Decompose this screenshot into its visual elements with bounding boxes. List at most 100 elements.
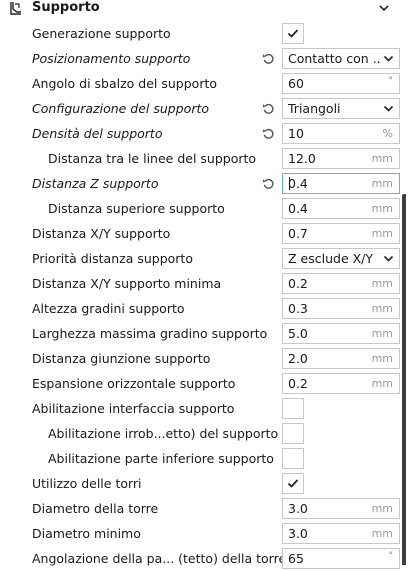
setting-row-espansione-orizzontale-supporto: Espansione orizzontale supporto 0.2 mm: [0, 371, 408, 396]
input-value: 0.2: [288, 276, 308, 291]
setting-label: Posizionamento supporto: [32, 51, 191, 66]
input-value: 12.0: [288, 151, 316, 166]
chevron-down-icon[interactable]: [378, 2, 390, 14]
setting-row-abilitazione-parte-inferiore-supporto: Abilitazione parte inferiore supporto: [0, 446, 408, 471]
unit-label: mm: [371, 227, 393, 240]
chevron-down-icon: [383, 255, 394, 262]
setting-row-diametro-minimo: Diametro minimo 3.0 mm: [0, 521, 408, 546]
setting-row-abilitazione-irrob-etto-del-supporto: Abilitazione irrob...etto) del supporto: [0, 421, 408, 446]
setting-input[interactable]: 3.0 mm: [282, 523, 400, 544]
setting-select[interactable]: Triangoli: [282, 98, 400, 119]
setting-label: Distanza X/Y supporto: [32, 226, 171, 241]
unit-label: °: [388, 551, 394, 561]
setting-label: Generazione supporto: [32, 26, 171, 41]
setting-label: Larghezza massima gradino supporto: [32, 326, 268, 341]
scrollbar[interactable]: [402, 194, 406, 565]
setting-row-distanza-x-y-supporto-minima: Distanza X/Y supporto minima 0.2 mm: [0, 271, 408, 296]
setting-checkbox[interactable]: [282, 473, 304, 494]
setting-label: Densità del supporto: [32, 126, 163, 141]
setting-row-distanza-z-supporto: Distanza Z supporto 0.4 mm: [0, 171, 408, 196]
chevron-down-icon: [383, 105, 394, 112]
setting-input[interactable]: 0.3 mm: [282, 298, 400, 319]
setting-input[interactable]: 0.4 mm: [282, 198, 400, 219]
setting-row-distanza-x-y-supporto: Distanza X/Y supporto 0.7 mm: [0, 221, 408, 246]
unit-label: mm: [371, 377, 393, 390]
input-value: 60: [288, 76, 304, 91]
reset-icon[interactable]: [262, 52, 275, 65]
setting-label: Distanza Z supporto: [32, 176, 159, 191]
input-value: 0.2: [288, 376, 308, 391]
select-value: Triangoli: [288, 101, 341, 116]
setting-checkbox[interactable]: [282, 423, 304, 444]
text-caret: [289, 177, 290, 190]
setting-input[interactable]: 2.0 mm: [282, 348, 400, 369]
setting-checkbox[interactable]: [282, 448, 304, 469]
setting-row-generazione-supporto: Generazione supporto: [0, 21, 408, 46]
setting-label: Distanza superiore supporto: [48, 201, 225, 216]
setting-label: Espansione orizzontale supporto: [32, 376, 236, 391]
setting-row-utilizzo-delle-torri: Utilizzo delle torri: [0, 471, 408, 496]
setting-select[interactable]: Z esclude X/Y: [282, 248, 400, 269]
unit-label: mm: [371, 352, 393, 365]
setting-select[interactable]: Contatto con ...: [282, 48, 400, 69]
setting-input[interactable]: 10%: [282, 123, 400, 144]
reset-icon[interactable]: [262, 102, 275, 115]
unit-label: mm: [371, 177, 393, 190]
checkmark-icon: [287, 479, 299, 488]
setting-row-altezza-gradini-supporto: Altezza gradini supporto 0.3 mm: [0, 296, 408, 321]
unit-label: mm: [371, 527, 393, 540]
input-value: 0.3: [288, 301, 308, 316]
setting-label: Diametro della torre: [32, 501, 159, 516]
setting-input[interactable]: 65 °: [282, 548, 400, 569]
setting-label: Diametro minimo: [32, 526, 141, 541]
setting-checkbox[interactable]: [282, 23, 304, 44]
setting-row-abilitazione-interfaccia-supporto: Abilitazione interfaccia supporto: [0, 396, 408, 421]
setting-row-posizionamento-supporto: Posizionamento supporto Contatto con ...: [0, 46, 408, 71]
setting-row-diametro-della-torre: Diametro della torre 3.0 mm: [0, 496, 408, 521]
setting-label: Abilitazione parte inferiore supporto: [48, 451, 274, 466]
setting-row-distanza-tra-le-linee-del-supporto: Distanza tra le linee del supporto 12.0 mm: [0, 146, 408, 171]
input-value: 10: [288, 126, 304, 141]
unit-label: mm: [371, 302, 393, 315]
unit-label: mm: [371, 277, 393, 290]
setting-input[interactable]: 0.4 mm: [282, 173, 400, 194]
setting-label: Configurazione del supporto: [32, 101, 210, 116]
reset-icon[interactable]: [262, 177, 275, 190]
setting-label: Angolazione della pa... (tetto) della to…: [32, 551, 287, 566]
setting-input[interactable]: 12.0 mm: [282, 148, 400, 169]
chevron-down-icon: [383, 55, 394, 62]
setting-row-larghezza-massima-gradino-supporto: Larghezza massima gradino supporto 5.0 mm: [0, 321, 408, 346]
setting-input[interactable]: 3.0 mm: [282, 498, 400, 519]
setting-checkbox[interactable]: [282, 398, 304, 419]
section-header[interactable]: Supporto: [0, 0, 408, 18]
setting-row-distanza-giunzione-supporto: Distanza giunzione supporto 2.0 mm: [0, 346, 408, 371]
unit-label: %: [382, 127, 393, 140]
checkmark-icon: [287, 29, 299, 38]
setting-label: Distanza giunzione supporto: [32, 351, 211, 366]
setting-label: Angolo di sbalzo del supporto: [32, 76, 218, 91]
setting-label: Altezza gradini supporto: [32, 301, 185, 316]
reset-icon[interactable]: [262, 127, 275, 140]
input-value: 0.4: [288, 201, 308, 216]
setting-input[interactable]: 0.2 mm: [282, 273, 400, 294]
setting-input[interactable]: 0.7 mm: [282, 223, 400, 244]
setting-row-configurazione-del-supporto: Configurazione del supporto Triangoli: [0, 96, 408, 121]
setting-label: Distanza tra le linee del supporto: [48, 151, 257, 166]
input-value: 5.0: [288, 326, 308, 341]
setting-row-priorita-distanza-supporto: Priorità distanza supporto Z esclude X/Y: [0, 246, 408, 271]
setting-row-angolazione-della-pa-tetto-della-torre: Angolazione della pa... (tetto) della to…: [0, 546, 408, 571]
setting-label: Utilizzo delle torri: [32, 476, 142, 491]
unit-label: mm: [371, 327, 393, 340]
unit-label: °: [388, 76, 394, 86]
setting-input[interactable]: 5.0 mm: [282, 323, 400, 344]
setting-input[interactable]: 60 °: [282, 73, 400, 94]
setting-label: Abilitazione irrob...etto) del supporto: [48, 426, 279, 441]
input-value: 0.4: [288, 176, 308, 191]
input-value: 0.7: [288, 226, 308, 241]
select-value: Contatto con ...: [288, 51, 382, 66]
setting-input[interactable]: 0.2 mm: [282, 373, 400, 394]
unit-label: mm: [371, 502, 393, 515]
setting-label: Priorità distanza supporto: [32, 251, 193, 266]
setting-label: Abilitazione interfaccia supporto: [32, 401, 235, 416]
unit-label: mm: [371, 202, 393, 215]
